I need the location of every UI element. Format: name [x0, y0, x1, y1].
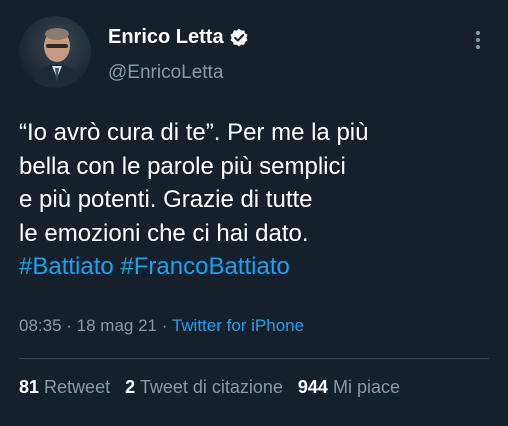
retweets-count: 81	[19, 377, 40, 397]
likes-count: 944	[297, 377, 328, 397]
likes-label: Mi piace	[332, 377, 400, 397]
author-name-row: Enrico Letta	[108, 26, 249, 49]
avatar[interactable]	[19, 16, 91, 88]
meta-separator: ·	[157, 316, 172, 335]
retweets-stat[interactable]: 81 Retweet	[19, 377, 110, 397]
tweet-text-line: le emozioni che ci hai dato.	[19, 219, 309, 247]
meta-separator: ·	[61, 316, 77, 335]
tweet-date[interactable]: 18 mag 21	[77, 316, 157, 335]
likes-stat[interactable]: 944 Mi piace	[298, 377, 400, 397]
tweet-text-line: “Io avrò cura di te”. Per me la più	[19, 119, 369, 146]
tweet-stats: 81 Retweet 2 Tweet di citazione 944 Mi p…	[19, 377, 410, 398]
quote-tweets-count: 2	[125, 377, 136, 397]
more-options-icon[interactable]	[470, 28, 486, 52]
hashtag-battiato[interactable]: #Battiato	[19, 253, 114, 280]
hashtag-line: #Battiato #FrancoBattiato	[19, 250, 489, 284]
author-handle[interactable]: @EnricoLetta	[108, 62, 223, 84]
tweet-source-link[interactable]: Twitter for iPhone	[172, 316, 304, 335]
tweet-meta: 08:35 · 18 mag 21 · Twitter for iPhone	[19, 316, 304, 336]
quote-tweets-stat[interactable]: 2 Tweet di citazione	[125, 377, 283, 397]
tweet-text: “Io avrò cura di te”. Per me la più bell…	[19, 116, 489, 284]
verified-badge-icon	[229, 28, 249, 48]
author-display-name[interactable]: Enrico Letta	[108, 26, 224, 49]
divider	[19, 358, 489, 359]
retweets-label: Retweet	[44, 377, 111, 397]
tweet-text-line: e più potenti. Grazie di tutte	[19, 186, 313, 213]
tweet-card: Enrico Letta @EnricoLetta “Io avrò cura …	[0, 0, 508, 426]
hashtag-francobattiato[interactable]: #FrancoBattiato	[120, 253, 289, 280]
quote-tweets-label: Tweet di citazione	[139, 377, 283, 397]
tweet-time[interactable]: 08:35	[19, 316, 62, 335]
tweet-text-line: bella con le parole più semplici	[19, 152, 346, 180]
